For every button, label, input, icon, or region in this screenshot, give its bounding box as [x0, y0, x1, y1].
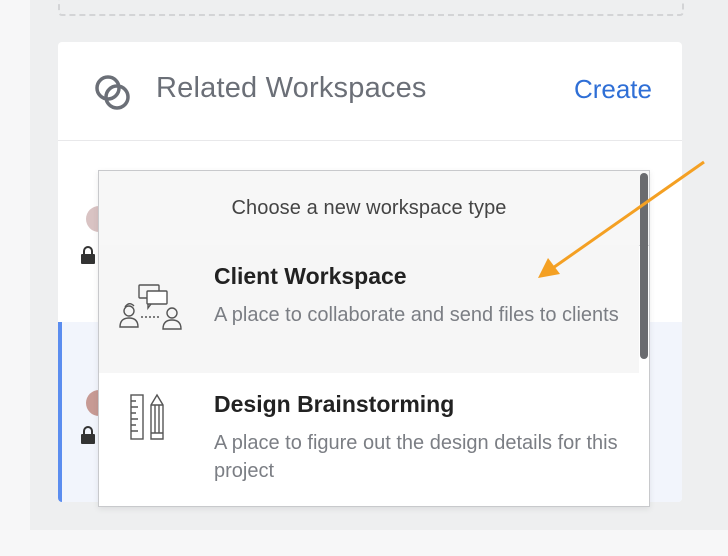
lock-icon	[81, 426, 95, 444]
dropzone-placeholder	[58, 0, 684, 16]
option-description: A place to collaborate and send files to…	[214, 304, 619, 326]
active-indicator	[58, 322, 62, 502]
option-title: Client Workspace	[214, 263, 407, 289]
create-button[interactable]: Create	[574, 74, 652, 105]
card-header: Related Workspaces Create	[58, 42, 682, 141]
option-design-brainstorming[interactable]: Design Brainstorming A place to figure o…	[99, 373, 639, 506]
chat-people-icon	[119, 284, 182, 330]
card-title: Related Workspaces	[156, 72, 427, 104]
annotation-arrow	[538, 160, 705, 278]
ruler-pencil-icon	[130, 393, 164, 440]
lock-icon	[81, 246, 95, 264]
option-description: A place to figure out the design details…	[214, 432, 618, 482]
option-title: Design Brainstorming	[214, 391, 455, 417]
linked-circles-icon	[95, 75, 130, 110]
